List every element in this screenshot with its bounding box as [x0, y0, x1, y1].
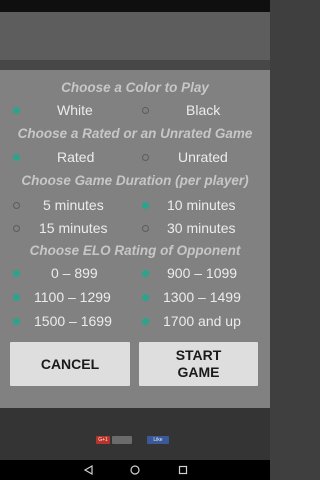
duration-option-5[interactable]: 5 minutes — [0, 195, 135, 215]
elo-option-label: 1500 – 1699 — [34, 313, 112, 329]
elo-option[interactable]: 900 – 1099 — [135, 263, 270, 283]
elo-option[interactable]: 1100 – 1299 — [0, 287, 135, 307]
background-strip — [0, 60, 270, 70]
color-option-white[interactable]: White — [0, 100, 135, 120]
status-bar — [0, 0, 270, 12]
elo-option[interactable]: 1300 – 1499 — [135, 287, 270, 307]
duration-option-label: 10 minutes — [167, 197, 236, 213]
color-option-black[interactable]: Black — [135, 100, 270, 120]
plus-count-badge — [112, 436, 132, 444]
rated-option-label: Rated — [57, 149, 95, 165]
game-setup-dialog: Choose a Color to Play White Black Choos… — [0, 70, 270, 408]
checkbox-checked-icon[interactable] — [142, 294, 149, 301]
start-game-button[interactable]: START GAME — [139, 342, 258, 386]
elo-option-label: 1700 and up — [163, 313, 241, 329]
ad-banner-area: G+1 Like — [0, 408, 270, 460]
elo-option-label: 0 – 899 — [51, 265, 98, 281]
radio-selected-icon[interactable] — [142, 202, 149, 209]
color-section-title: Choose a Color to Play — [61, 80, 209, 95]
radio-selected-icon[interactable] — [13, 154, 20, 161]
app-bar — [0, 12, 270, 60]
facebook-like-button[interactable]: Like — [147, 436, 169, 444]
checkbox-checked-icon[interactable] — [13, 318, 20, 325]
rated-option-label: Unrated — [178, 149, 228, 165]
checkbox-checked-icon[interactable] — [142, 318, 149, 325]
elo-section-title: Choose ELO Rating of Opponent — [29, 243, 241, 258]
navigation-bar — [0, 460, 270, 480]
rated-option-rated[interactable]: Rated — [0, 147, 135, 167]
checkbox-checked-icon[interactable] — [13, 270, 20, 277]
back-icon[interactable] — [83, 464, 95, 476]
duration-option-30[interactable]: 30 minutes — [135, 218, 270, 238]
duration-option-label: 5 minutes — [43, 197, 104, 213]
color-option-label: White — [57, 102, 93, 118]
radio-unselected-icon[interactable] — [142, 107, 149, 114]
rated-section-title: Choose a Rated or an Unrated Game — [17, 126, 253, 141]
radio-unselected-icon[interactable] — [13, 202, 20, 209]
checkbox-checked-icon[interactable] — [142, 270, 149, 277]
home-icon[interactable] — [129, 464, 141, 476]
google-plus-button[interactable]: G+1 — [96, 436, 110, 444]
elo-option[interactable]: 0 – 899 — [0, 263, 135, 283]
duration-section-title: Choose Game Duration (per player) — [21, 173, 249, 188]
duration-option-label: 15 minutes — [39, 220, 108, 236]
duration-option-10[interactable]: 10 minutes — [135, 195, 270, 215]
elo-option-label: 900 – 1099 — [167, 265, 238, 281]
duration-option-15[interactable]: 15 minutes — [0, 218, 135, 238]
radio-unselected-icon[interactable] — [142, 154, 149, 161]
radio-unselected-icon[interactable] — [13, 225, 20, 232]
elo-option[interactable]: 1500 – 1699 — [0, 311, 135, 331]
radio-unselected-icon[interactable] — [142, 225, 149, 232]
checkbox-checked-icon[interactable] — [13, 294, 20, 301]
cancel-button[interactable]: CANCEL — [10, 342, 130, 386]
rated-option-unrated[interactable]: Unrated — [135, 147, 270, 167]
radio-selected-icon[interactable] — [13, 107, 20, 114]
duration-option-label: 30 minutes — [167, 220, 236, 236]
elo-option-label: 1300 – 1499 — [163, 289, 241, 305]
recents-icon[interactable] — [177, 464, 189, 476]
color-option-label: Black — [186, 102, 221, 118]
elo-option-label: 1100 – 1299 — [34, 289, 111, 305]
elo-option[interactable]: 1700 and up — [135, 311, 270, 331]
